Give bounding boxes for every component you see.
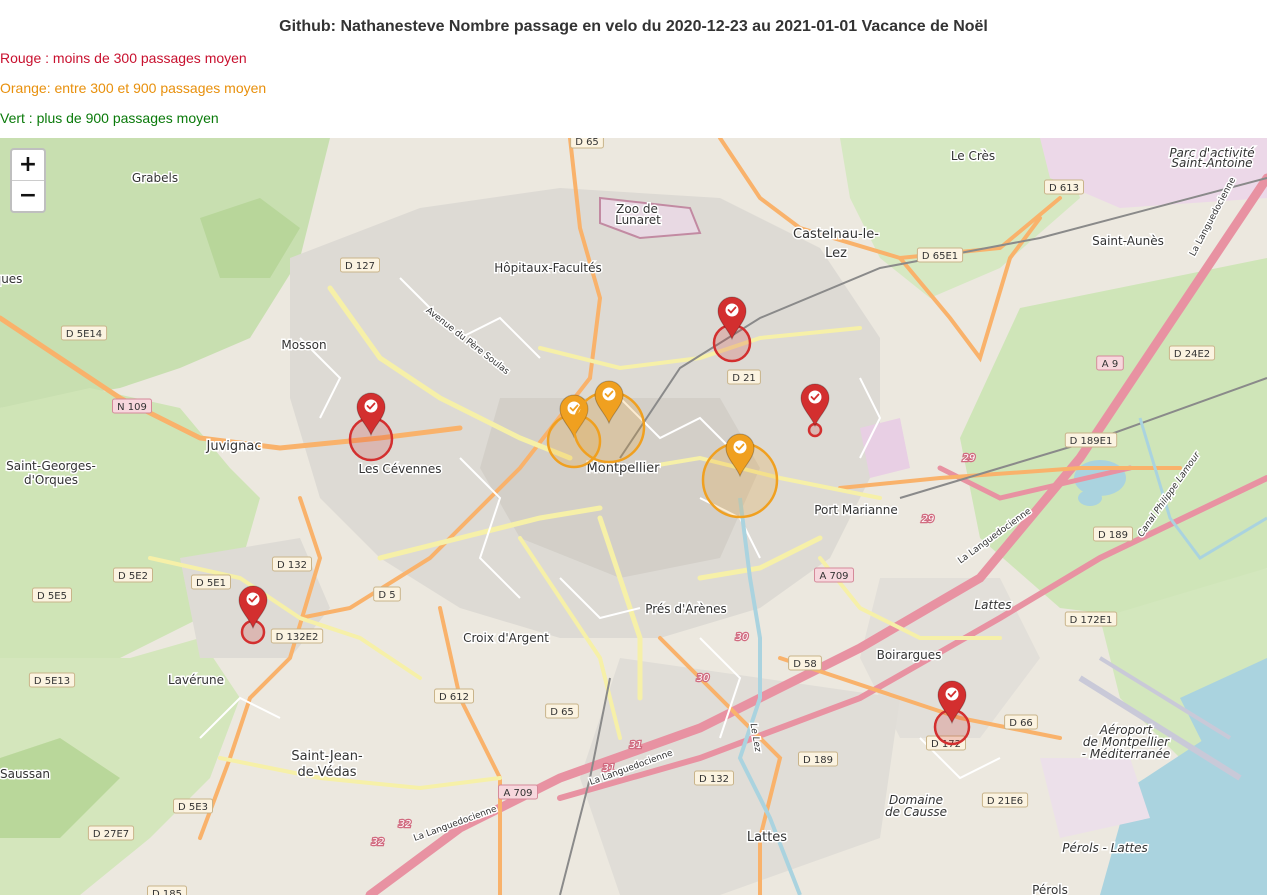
motorway-number-4: 31 [630,740,643,751]
counter-marker-m-castelnau[interactable]: Castelnau counter [712,296,752,363]
place-label-presarenes: Prés d'Arènes [645,602,727,616]
road-label-5: D 21 [732,373,756,384]
road-label-15: D 5E5 [37,591,67,602]
road-label-17: D 132E2 [276,632,319,643]
road-label-8: N 109 [117,402,147,413]
road-label-22: D 65 [550,707,574,718]
place-label-perols: Pérols [1032,883,1068,895]
road-label-7: A 9 [1102,359,1118,370]
road-label-3: D 65E1 [922,251,958,262]
road-label-26: D 132 [699,774,729,785]
road-label-19: D 58 [793,659,817,670]
map-canvas[interactable]: + − D 65 D 613 D 127 D 65E1 D 5E14 D 21 … [0,138,1267,895]
zoom-out-button[interactable]: − [12,180,44,211]
place-label-sjv2: de-Védas [297,765,356,780]
place-label-sgo2: d'Orques [24,473,78,487]
road-label-28: D 21E6 [987,796,1023,807]
pin-badge [602,387,616,401]
place-label-saintaunes: Saint-Aunès [1092,234,1164,248]
legend-green: Vert : plus de 900 passages moyen [0,110,219,126]
place-label-ques: ques [0,272,22,286]
page-title: Github: Nathanesteve Nombre passage en v… [279,18,988,35]
motorway-number-2: 30 [736,632,749,643]
road-label-11: A 709 [819,571,848,582]
place-label-boirargues: Boirargues [877,648,942,662]
place-label-castelnau: Castelnau-le- [793,227,879,242]
zoom-control: + − [10,148,46,213]
road-label-31: D 185 [152,889,182,895]
road-label-27: A 709 [503,788,532,799]
road-label-18: D 172E1 [1070,615,1113,626]
road-label-25: D 189 [803,755,833,766]
pin-badge [945,687,959,701]
place-label-grabels: Grabels [132,171,178,185]
road-label-16: D 5 [378,590,395,601]
place-label-portmarianne: Port Marianne [814,503,898,517]
place-label-cevennes: Les Cévennes [358,462,441,476]
pin-badge [725,303,739,317]
road-label-30: D 27E7 [93,829,129,840]
place-label-juvignac: Juvignac [206,439,262,454]
motorway-number-0: 29 [963,453,976,464]
motorway-number-6: 32 [399,819,412,830]
pin-badge [808,390,822,404]
motorway-number-7: 32 [372,837,385,848]
road-label-0: D 65 [575,138,599,148]
map-tiles: D 65 D 613 D 127 D 65E1 D 5E14 D 21 D 24E2 A 9 N… [0,138,1267,895]
pin-badge [733,440,747,454]
road-label-4: D 5E14 [66,329,102,340]
road-label-1: D 613 [1049,183,1079,194]
place-label-aeroport3: - Méditerranée [1082,747,1171,761]
place-label-lattessmall: Lattes [974,598,1011,612]
place-label-lecres: Le Crès [951,149,995,163]
motorway-number-1: 29 [922,514,935,525]
road-label-23: D 66 [1009,718,1033,729]
road-label-29: D 5E3 [178,802,208,813]
place-label-hopitaux: Hôpitaux-Facultés [494,261,601,275]
motorway-number-3: 30 [697,673,710,684]
road-label-12: D 5E2 [118,571,148,582]
place-label-domaine2: de Causse [885,805,947,819]
place-label-lattes: Lattes [747,830,787,845]
place-label-sgo: Saint-Georges- [6,459,96,473]
place-label-sjv: Saint-Jean- [291,749,363,764]
place-label-laverune: Lavérune [168,673,224,687]
place-label-perolslattes: Pérols - Lattes [1062,841,1148,855]
place-label-croix: Croix d'Argent [463,631,549,645]
place-label-montpellier: Montpellier [587,461,661,476]
place-label-parc2: Saint-Antoine [1171,156,1252,170]
pin-badge [364,399,378,413]
road-label-2: D 127 [345,261,375,272]
place-label-saussan: Saussan [0,767,50,781]
place-label-castelnau2: Lez [825,246,847,261]
place-label-mosson: Mosson [281,338,326,352]
road-label-21: D 612 [439,692,469,703]
place-label-zoo2: Lunaret [615,213,661,227]
road-label-20: D 5E13 [34,676,70,687]
pin-badge [246,592,260,606]
road-label-10: D 189 [1098,530,1128,541]
road-label-6: D 24E2 [1174,349,1210,360]
road-label-13: D 5E1 [196,578,226,589]
legend-red: Rouge : moins de 300 passages moyen [0,50,247,66]
zoom-in-button[interactable]: + [12,150,44,180]
legend-orange: Orange: entre 300 et 900 passages moyen [0,80,267,96]
road-label-14: D 132 [277,560,307,571]
road-label-9: D 189E1 [1070,436,1113,447]
